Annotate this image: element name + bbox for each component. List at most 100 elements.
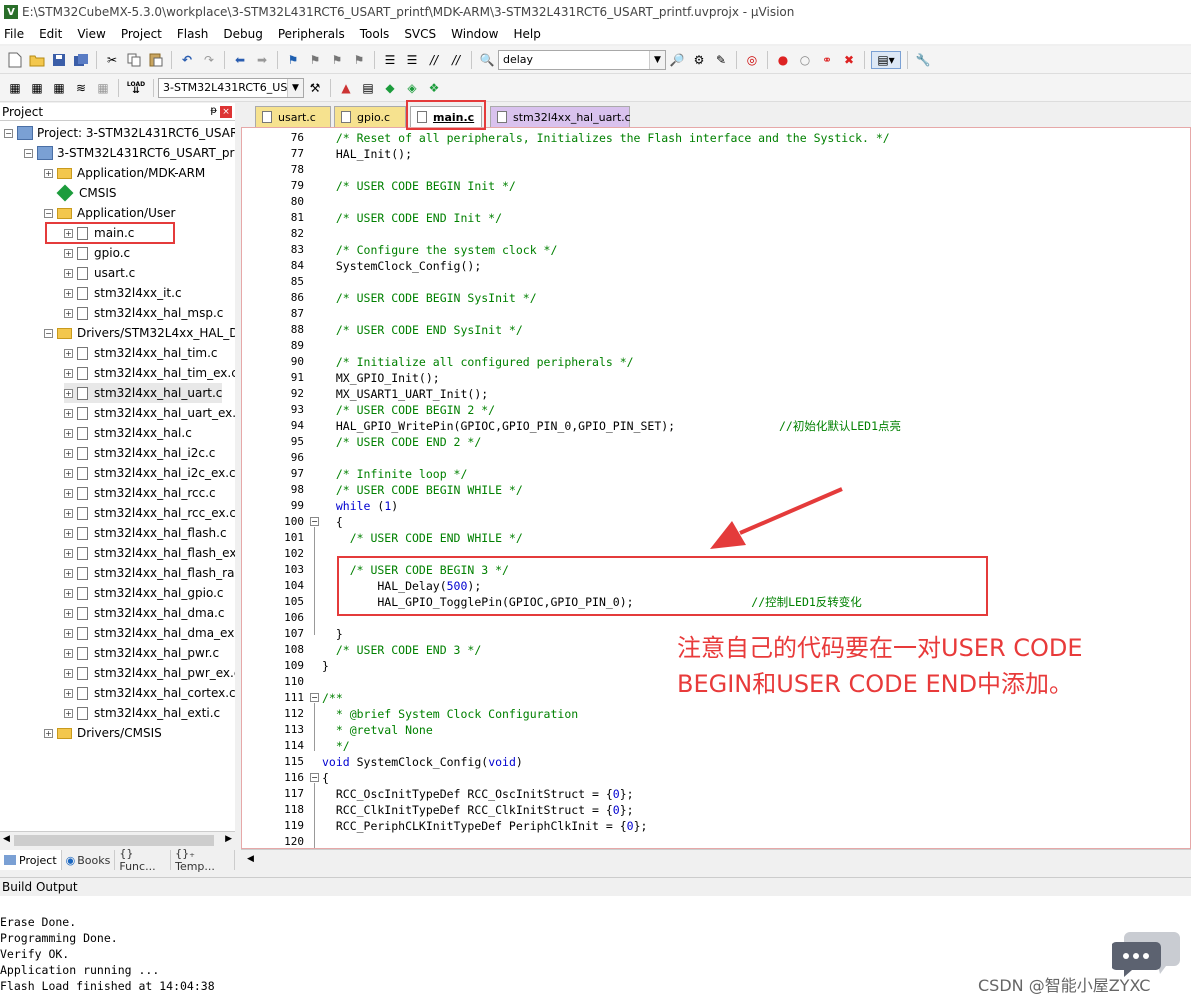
tree-item[interactable]: − Drivers/STM32L4xx_HAL_Driv: [44, 323, 235, 343]
expand-icon[interactable]: +: [64, 688, 73, 698]
chevron-down-icon[interactable]: ▼: [649, 50, 665, 69]
fold-toggle-icon[interactable]: −: [310, 773, 319, 782]
build-icon[interactable]: ▦: [28, 79, 46, 97]
manage-rte-icon[interactable]: ◆: [381, 79, 399, 97]
expand-icon[interactable]: +: [64, 448, 73, 458]
tab-books[interactable]: ◉ Books: [62, 850, 116, 870]
menu-help[interactable]: Help: [513, 27, 540, 41]
redo-icon[interactable]: ↷: [200, 51, 218, 69]
tree-item[interactable]: + stm32l4xx_hal_flash.c: [64, 523, 227, 543]
tree-item[interactable]: + stm32l4xx_hal_i2c.c: [64, 443, 215, 463]
code-line[interactable]: while (1): [322, 498, 398, 514]
expand-icon[interactable]: +: [44, 168, 53, 178]
rebuild-icon[interactable]: ▦: [50, 79, 68, 97]
menu-edit[interactable]: Edit: [39, 27, 62, 41]
next-bookmark-icon[interactable]: ⚑: [328, 51, 346, 69]
code-line[interactable]: }: [322, 626, 343, 642]
indent-icon[interactable]: ☰: [381, 51, 399, 69]
options-for-target-icon[interactable]: ⚒: [306, 79, 324, 97]
clear-bookmarks-icon[interactable]: ⚑: [350, 51, 368, 69]
expand-icon[interactable]: +: [64, 348, 73, 358]
find-combo[interactable]: delay ▼: [498, 49, 666, 70]
tree-item[interactable]: + stm32l4xx_hal_cortex.c: [64, 683, 235, 703]
collapse-icon[interactable]: −: [24, 148, 33, 158]
tree-item[interactable]: + stm32l4xx_hal_flash_ram: [64, 563, 235, 583]
expand-icon[interactable]: +: [64, 268, 73, 278]
expand-icon[interactable]: +: [64, 508, 73, 518]
scroll-right-icon[interactable]: ▶: [225, 834, 232, 844]
enable-breakpoint-icon[interactable]: ○: [796, 51, 814, 69]
tab-functions[interactable]: {} Func...: [115, 847, 172, 873]
tab-stm32l4xx-hal-uart-c[interactable]: stm32l4xx_hal_uart.c: [490, 106, 631, 127]
bookmark-icon[interactable]: ⚑: [284, 51, 302, 69]
code-line[interactable]: /* USER CODE END Init */: [322, 210, 502, 226]
new-file-icon[interactable]: [6, 51, 24, 69]
stop-build-icon[interactable]: ▦: [94, 79, 112, 97]
tab-gpio-c[interactable]: gpio.c: [334, 106, 406, 127]
start-debug-icon[interactable]: ◎: [743, 51, 761, 69]
tree-item[interactable]: + stm32l4xx_hal_flash_ex.c: [64, 543, 235, 563]
expand-icon[interactable]: +: [44, 728, 53, 738]
scroll-left-icon[interactable]: ◀: [247, 854, 254, 864]
menu-file[interactable]: File: [4, 27, 24, 41]
code-line[interactable]: HAL_GPIO_WritePin(GPIOC,GPIO_PIN_0,GPIO_…: [322, 418, 901, 434]
code-line[interactable]: HAL_Init();: [322, 146, 412, 162]
open-folder-icon[interactable]: [28, 51, 46, 69]
browse-icon[interactable]: ✎: [712, 51, 730, 69]
menu-view[interactable]: View: [77, 27, 105, 41]
expand-icon[interactable]: +: [64, 428, 73, 438]
tree-item[interactable]: + stm32l4xx_hal_dma_ex.c: [64, 623, 235, 643]
comment-icon[interactable]: //: [425, 51, 443, 69]
tree-item[interactable]: + Application/MDK-ARM: [44, 163, 205, 183]
menu-debug[interactable]: Debug: [223, 27, 262, 41]
code-line[interactable]: MX_GPIO_Init();: [322, 370, 440, 386]
cut-icon[interactable]: ✂: [103, 51, 121, 69]
expand-icon[interactable]: +: [64, 368, 73, 378]
tree-item[interactable]: + stm32l4xx_hal_dma.c: [64, 603, 224, 623]
save-all-icon[interactable]: [72, 51, 90, 69]
download-load-icon[interactable]: LOAD ⇊: [125, 79, 147, 97]
menu-tools[interactable]: Tools: [360, 27, 390, 41]
close-icon[interactable]: ×: [220, 106, 232, 118]
expand-icon[interactable]: +: [64, 408, 73, 418]
expand-icon[interactable]: +: [64, 568, 73, 578]
tree-item[interactable]: + stm32l4xx_hal_rcc.c: [64, 483, 216, 503]
tree-item[interactable]: + stm32l4xx_hal_rcc_ex.c: [64, 503, 235, 523]
project-tree-scrollbar[interactable]: ◀ ▶: [0, 831, 235, 848]
menu-svcs[interactable]: SVCS: [404, 27, 436, 41]
uncomment-icon[interactable]: //: [447, 51, 465, 69]
collapse-icon[interactable]: −: [4, 128, 13, 138]
expand-icon[interactable]: +: [64, 488, 73, 498]
prev-bookmark-icon[interactable]: ⚑: [306, 51, 324, 69]
tree-item[interactable]: + stm32l4xx_hal_exti.c: [64, 703, 220, 723]
batch-build-icon[interactable]: ≋: [72, 79, 90, 97]
manage-project-items-icon[interactable]: ▲: [337, 79, 355, 97]
tree-item[interactable]: + Drivers/CMSIS: [44, 723, 162, 743]
expand-icon[interactable]: +: [64, 388, 73, 398]
translate-icon[interactable]: ▦: [6, 79, 24, 97]
pin-icon[interactable]: ᵽ: [210, 105, 217, 116]
tree-item[interactable]: − Application/User: [44, 203, 175, 223]
expand-icon[interactable]: +: [64, 288, 73, 298]
expand-icon[interactable]: +: [64, 468, 73, 478]
find-in-files-icon[interactable]: 🔍: [478, 51, 496, 69]
code-line[interactable]: * @retval None: [322, 722, 433, 738]
tree-item[interactable]: + stm32l4xx_hal_i2c_ex.c: [64, 463, 235, 483]
unindent-icon[interactable]: ☰: [403, 51, 421, 69]
tree-item[interactable]: + stm32l4xx_hal_pwr_ex.c: [64, 663, 235, 683]
expand-icon[interactable]: +: [64, 668, 73, 678]
copy-icon[interactable]: [125, 51, 143, 69]
window-layout-icon[interactable]: ▤▾: [871, 50, 901, 69]
code-line[interactable]: SystemClock_Config();: [322, 258, 481, 274]
fold-toggle-icon[interactable]: −: [310, 693, 319, 702]
target-select[interactable]: 3-STM32L431RCT6_USAR ▼: [158, 77, 304, 98]
pack-installer-icon[interactable]: ◈: [403, 79, 421, 97]
expand-icon[interactable]: +: [64, 528, 73, 538]
code-line[interactable]: /* USER CODE BEGIN WHILE */: [322, 482, 523, 498]
tree-item[interactable]: CMSIS: [44, 183, 117, 203]
find-icon[interactable]: 🔎: [668, 51, 686, 69]
code-line[interactable]: {: [322, 514, 343, 530]
code-line[interactable]: RCC_OscInitTypeDef RCC_OscInitStruct = {…: [322, 786, 634, 802]
kill-breakpoints-icon[interactable]: ✖: [840, 51, 858, 69]
tree-item[interactable]: − 3-STM32L431RCT6_USART_printf: [24, 143, 235, 163]
